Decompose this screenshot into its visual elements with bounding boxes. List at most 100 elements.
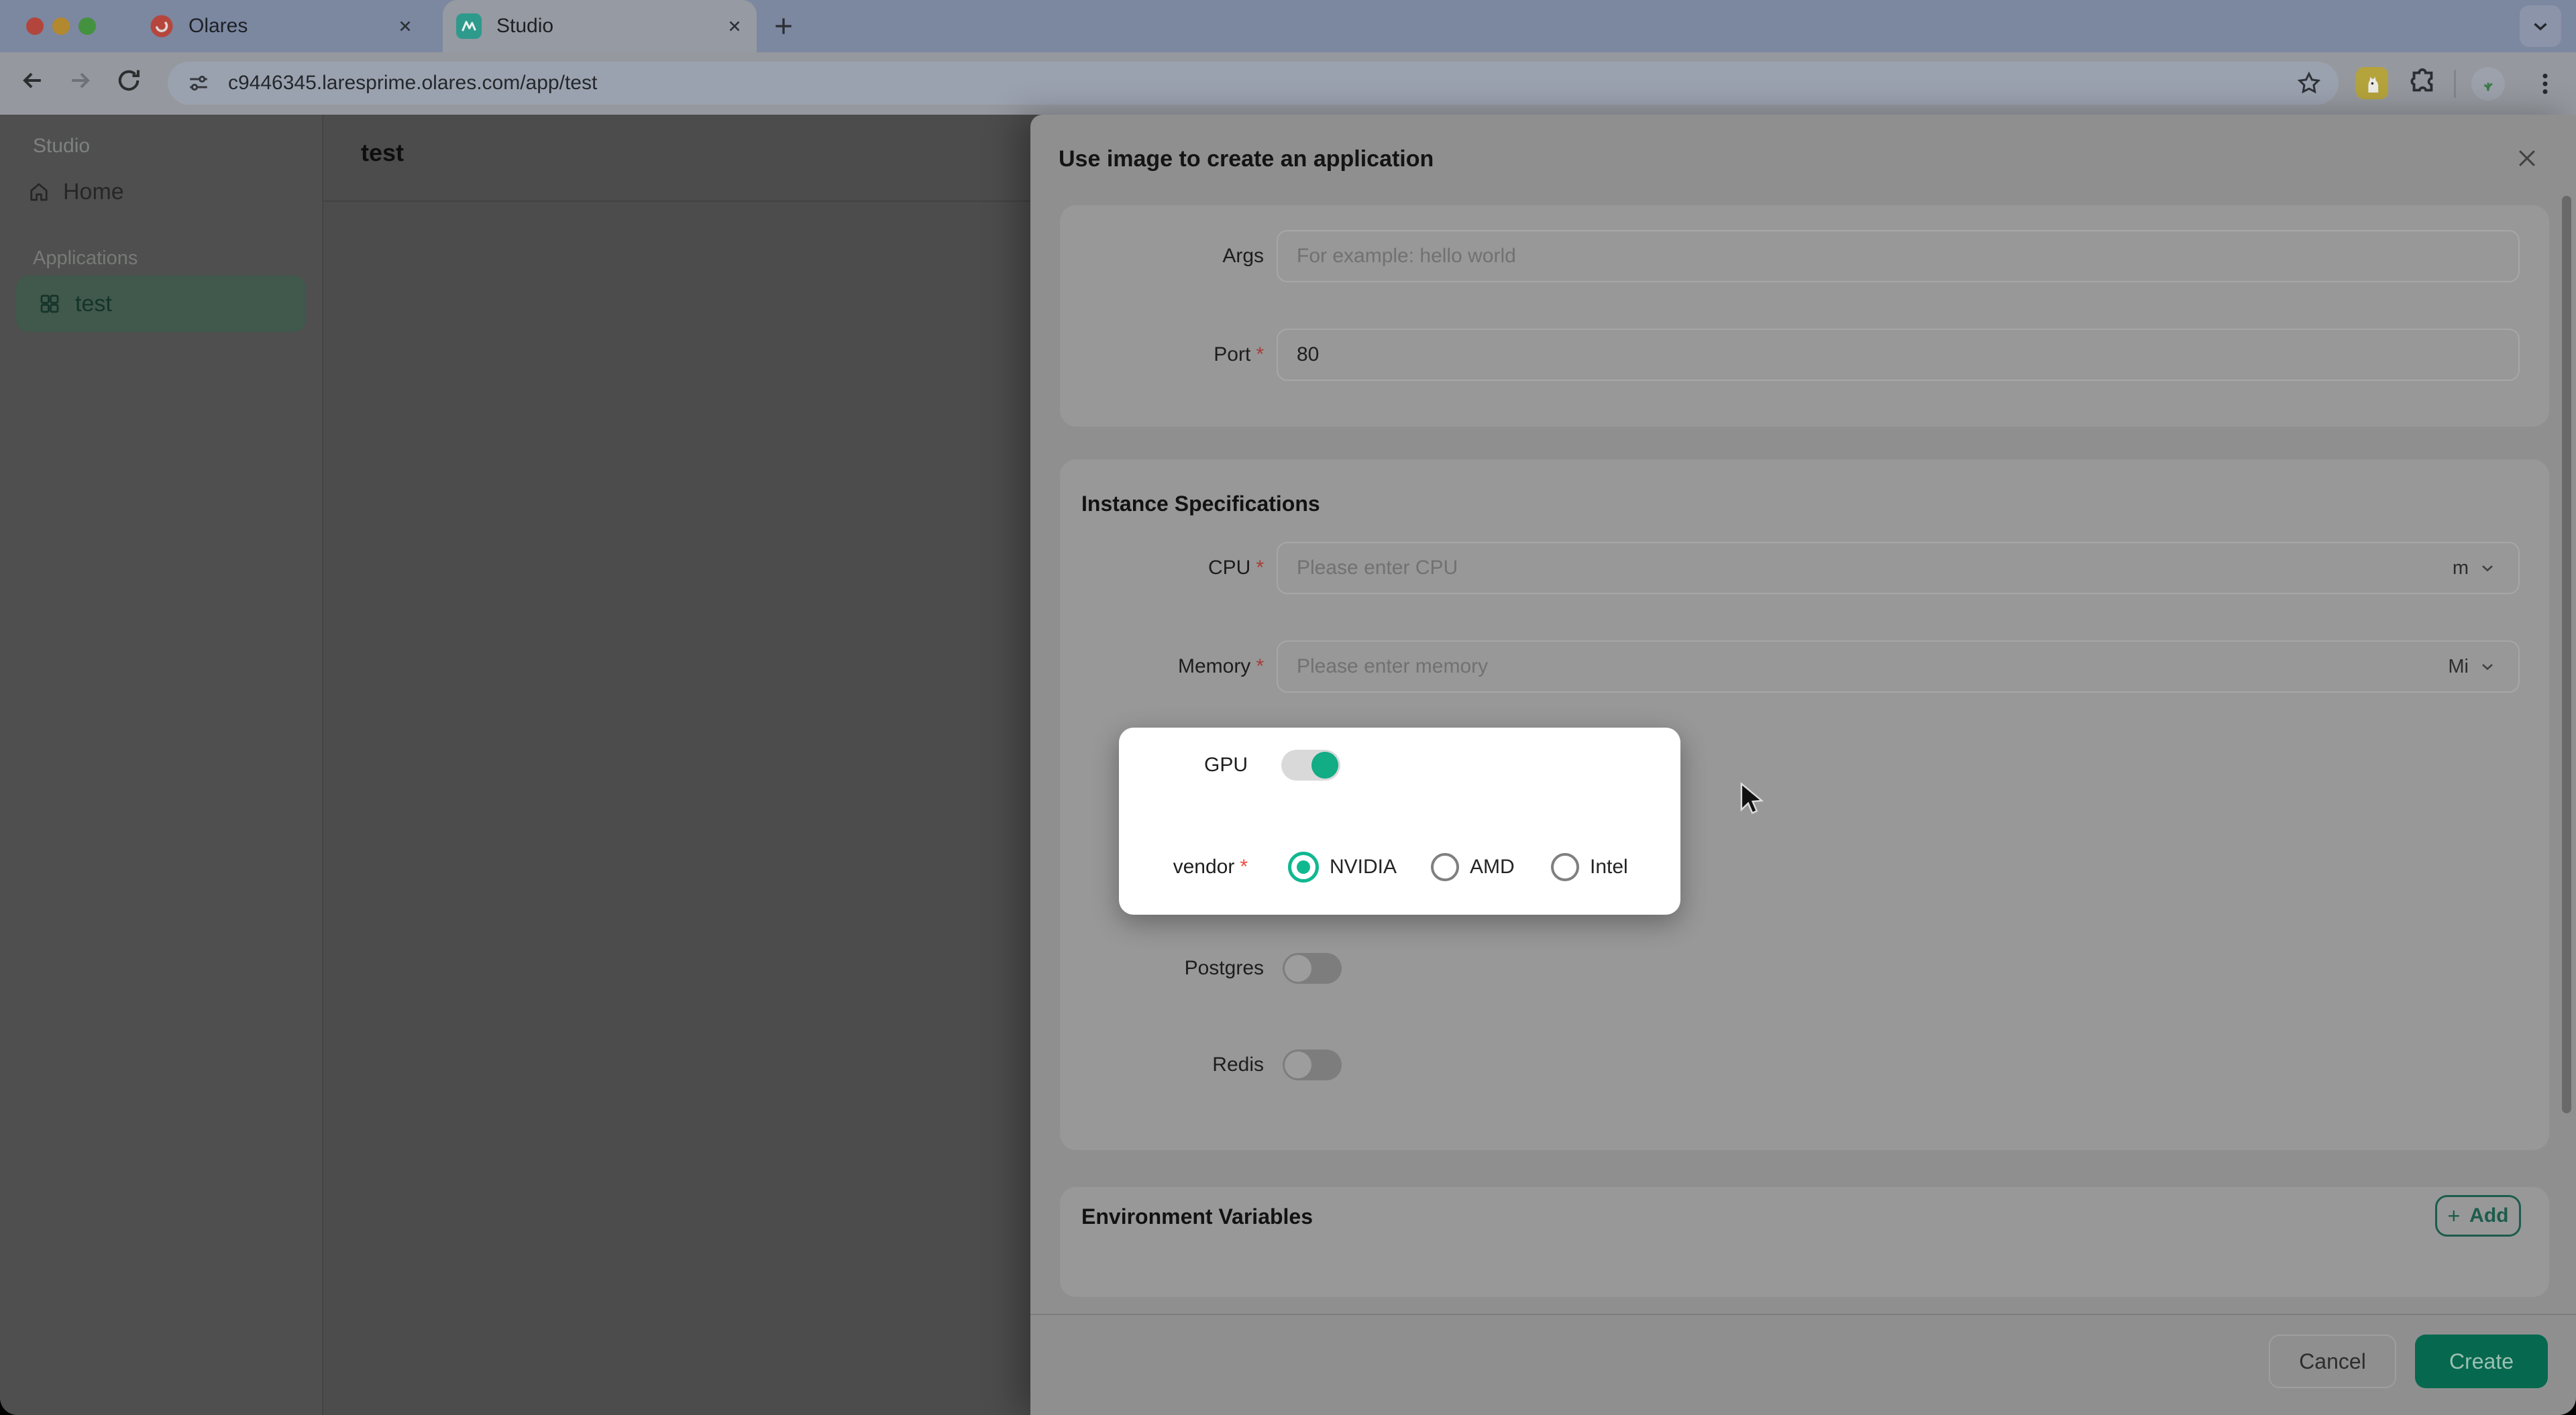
tab-title: Olares [189, 15, 396, 38]
toggle-knob [1285, 955, 1311, 982]
home-icon [27, 180, 51, 204]
app-title: Studio [33, 135, 90, 158]
studio-favicon [456, 13, 482, 39]
forward-button[interactable] [66, 66, 101, 101]
cpu-unit-value: m [2453, 557, 2469, 579]
page-title: test [361, 139, 404, 167]
sidebar-item-home[interactable]: Home [27, 172, 295, 212]
bookmark-star-icon[interactable] [2296, 70, 2322, 97]
toggle-knob [1285, 1052, 1311, 1078]
sidebar-item-label: Home [63, 179, 124, 205]
instance-section-title: Instance Specifications [1081, 492, 1320, 516]
postgres-label: Postgres [1185, 957, 1264, 979]
cpu-unit-select[interactable]: m [2453, 542, 2497, 594]
args-input[interactable] [1277, 230, 2520, 282]
required-marker: * [1256, 557, 1264, 579]
reload-button[interactable] [114, 66, 149, 101]
close-modal-icon[interactable] [2512, 143, 2542, 174]
sidebar-item-test-app[interactable]: test [16, 276, 306, 332]
extensions-puzzle-icon[interactable] [2407, 67, 2438, 98]
plus-icon: + [2447, 1204, 2460, 1229]
gpu-toggle[interactable] [1281, 750, 1340, 781]
chevron-down-icon [2478, 657, 2497, 676]
radio-unselected-icon [1431, 853, 1459, 881]
chevron-down-icon [2478, 559, 2497, 577]
add-button-label: Add [2469, 1204, 2508, 1227]
minimize-window-button[interactable] [52, 17, 70, 35]
memory-unit-select[interactable]: Mi [2448, 640, 2497, 693]
port-label: Port [1214, 343, 1250, 365]
memory-row: Memory * Mi [1060, 640, 2549, 693]
cpu-input[interactable] [1277, 542, 2520, 594]
tab-strip: Olares Studio [0, 0, 2576, 52]
header-divider [323, 201, 1032, 202]
olares-favicon [150, 14, 174, 38]
cpu-label: CPU [1208, 557, 1250, 579]
tab-olares[interactable]: Olares [136, 0, 427, 52]
address-bar[interactable]: c9446345.laresprime.olares.com/app/test [168, 62, 2339, 105]
radio-label: Intel [1590, 856, 1628, 879]
browser-window: Olares Studio [0, 0, 2576, 1415]
modal-scrollbar-thumb[interactable] [2562, 196, 2571, 1113]
vendor-option-nvidia[interactable]: NVIDIA [1288, 847, 1397, 887]
vendor-row: vendor* NVIDIA AMD Intel [1119, 847, 1680, 887]
radio-label: AMD [1470, 856, 1515, 879]
page: Studio Home Applications test test Use i… [0, 115, 2576, 1415]
memory-unit-value: Mi [2448, 656, 2469, 678]
gpu-label: GPU [1204, 754, 1248, 776]
url-text[interactable]: c9446345.laresprime.olares.com/app/test [228, 72, 2296, 95]
toolbar-separator [2454, 70, 2456, 98]
sidebar: Studio Home Applications test [0, 115, 322, 1415]
llama-extension-icon[interactable] [2356, 67, 2388, 99]
close-window-button[interactable] [26, 17, 44, 35]
port-row: Port * [1060, 329, 2549, 381]
cpu-row: CPU * m [1060, 542, 2549, 594]
close-tab-icon[interactable] [396, 17, 414, 35]
sidebar-item-label: test [75, 291, 112, 317]
gpu-spotlight-card: GPU vendor* NVIDIA AMD Intel [1119, 728, 1680, 915]
create-button[interactable]: Create [2415, 1335, 2548, 1388]
footer-divider [1030, 1314, 2576, 1315]
site-settings-icon[interactable] [186, 71, 211, 95]
args-row: Args [1060, 230, 2549, 282]
mouse-cursor [1735, 781, 1764, 820]
close-tab-icon[interactable] [726, 17, 743, 35]
new-tab-button[interactable] [769, 11, 798, 41]
vendor-option-amd[interactable]: AMD [1431, 847, 1515, 887]
back-button[interactable] [17, 66, 52, 101]
tab-overflow-chevron-button[interactable] [2520, 5, 2561, 47]
memory-input[interactable] [1277, 640, 2520, 693]
app-grid-icon [38, 292, 62, 316]
redis-label: Redis [1212, 1054, 1264, 1076]
required-marker: * [1256, 655, 1264, 677]
cancel-button[interactable]: Cancel [2269, 1335, 2396, 1388]
vendor-label: vendor [1173, 856, 1235, 878]
add-env-variable-button[interactable]: + Add [2435, 1195, 2521, 1237]
profile-avatar[interactable] [2471, 67, 2505, 101]
postgres-toggle[interactable] [1283, 953, 1342, 984]
modal-title: Use image to create an application [1059, 146, 1434, 172]
required-marker: * [1256, 343, 1264, 365]
required-marker: * [1240, 856, 1248, 878]
vendor-option-intel[interactable]: Intel [1551, 847, 1628, 887]
postgres-row: Postgres [1060, 942, 2549, 995]
toggle-knob [1311, 752, 1338, 779]
radio-unselected-icon [1551, 853, 1579, 881]
redis-row: Redis [1060, 1039, 2549, 1091]
redis-toggle[interactable] [1283, 1050, 1342, 1080]
fullscreen-window-button[interactable] [78, 17, 96, 35]
tab-title: Studio [496, 15, 726, 38]
radio-selected-icon [1288, 852, 1319, 883]
tab-studio[interactable]: Studio [443, 0, 757, 52]
general-section-card: Args Port * [1060, 205, 2549, 427]
content-area: test [322, 115, 1032, 1415]
gpu-row: GPU [1119, 745, 1680, 785]
browser-toolbar: c9446345.laresprime.olares.com/app/test [0, 52, 2576, 115]
args-label: Args [1222, 245, 1264, 267]
browser-menu-icon[interactable] [2532, 67, 2559, 101]
radio-label: NVIDIA [1330, 856, 1397, 879]
env-section-title: Environment Variables [1081, 1204, 1313, 1229]
environment-variables-card: Environment Variables + Add [1060, 1187, 2549, 1297]
memory-label: Memory [1178, 655, 1250, 677]
port-input[interactable] [1277, 329, 2520, 381]
